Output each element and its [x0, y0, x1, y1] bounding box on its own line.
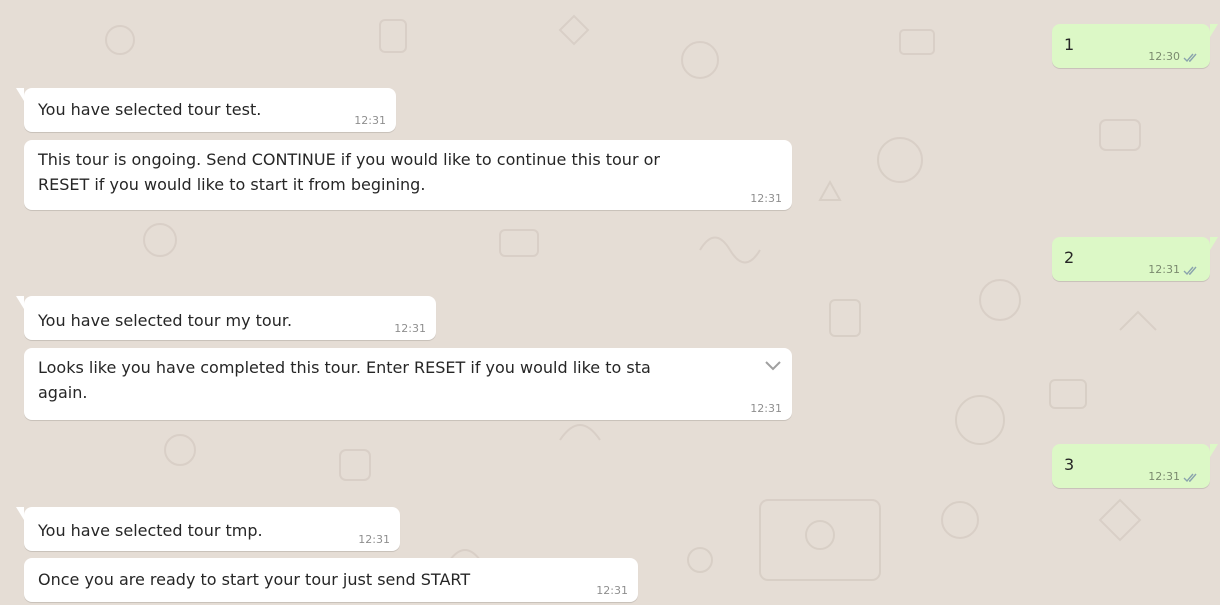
message-text: This tour is ongoing. Send CONTINUE if y…	[38, 150, 660, 194]
read-receipt-icon	[1183, 266, 1197, 276]
incoming-message[interactable]: Looks like you have completed this tour.…	[24, 348, 792, 420]
bubble-tail	[16, 296, 24, 309]
incoming-message[interactable]: You have selected tour my tour. 12:31	[16, 296, 436, 340]
incoming-message[interactable]: You have selected tour test. 12:31	[16, 88, 396, 132]
message-time: 12:31	[394, 322, 426, 335]
message-time: 12:31	[750, 192, 782, 205]
message-time: 12:31	[1148, 263, 1180, 276]
outgoing-message[interactable]: 3 12:31	[1052, 444, 1218, 488]
bubble-tail	[16, 88, 24, 101]
bubble-tail	[1210, 237, 1218, 250]
message-text: You have selected tour test.	[38, 100, 262, 119]
outgoing-message[interactable]: 2 12:31	[1052, 237, 1218, 281]
read-receipt-icon	[1183, 473, 1197, 483]
message-text: You have selected tour tmp.	[38, 521, 263, 540]
message-time: 12:31	[358, 533, 390, 546]
message-time: 12:31	[354, 114, 386, 127]
bubble-tail	[1210, 444, 1218, 457]
message-time: 12:31	[596, 584, 628, 597]
bubble-tail	[16, 507, 24, 520]
incoming-message[interactable]: You have selected tour tmp. 12:31	[16, 507, 400, 551]
message-text: You have selected tour my tour.	[38, 311, 293, 330]
message-time: 12:31	[1148, 470, 1180, 483]
message-time: 12:30	[1148, 50, 1180, 63]
message-text: Looks like you have completed this tour.…	[38, 358, 651, 402]
incoming-message[interactable]: Once you are ready to start your tour ju…	[24, 558, 638, 602]
bubble-tail	[1210, 24, 1218, 37]
message-menu-button[interactable]	[742, 352, 786, 378]
outgoing-message[interactable]: 1 12:30	[1052, 24, 1218, 68]
read-receipt-icon	[1183, 53, 1197, 63]
message-text: Once you are ready to start your tour ju…	[38, 570, 471, 589]
incoming-message[interactable]: This tour is ongoing. Send CONTINUE if y…	[24, 140, 792, 210]
message-time: 12:31	[750, 402, 782, 415]
chevron-down-icon	[765, 361, 781, 371]
